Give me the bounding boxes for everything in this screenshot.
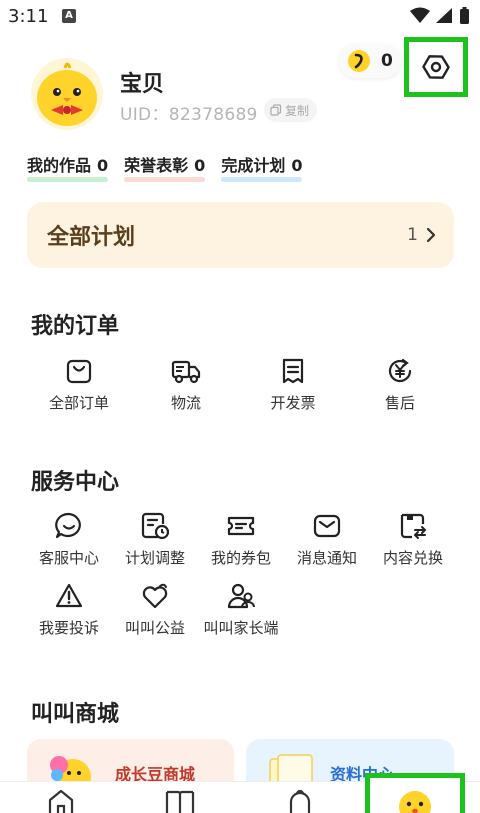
all-plans-card[interactable]: 全部计划 1 — [27, 202, 454, 268]
wifi-icon — [410, 7, 430, 23]
coupon-icon — [227, 516, 255, 536]
stat-underline — [221, 177, 303, 182]
battery-icon — [460, 9, 469, 24]
chat-bubble-icon — [55, 512, 81, 539]
delivery-truck-icon — [171, 360, 201, 384]
stat-label: 我的作品 — [27, 156, 92, 175]
service-item-label: 客服中心 — [38, 549, 99, 567]
book-icon — [165, 790, 195, 813]
profile-stats: 我的作品 0 荣誉表彰 0 完成计划 0 — [27, 152, 303, 182]
service-item-label: 叫叫家长端 — [203, 619, 279, 637]
nav-home[interactable] — [41, 788, 81, 813]
orders-item-logistics[interactable]: 物流 — [143, 355, 229, 413]
nav-me[interactable] — [365, 773, 465, 813]
username: 宝贝 — [120, 72, 165, 97]
stat-value: 0 — [291, 156, 303, 175]
orders-item-label: 售后 — [384, 394, 415, 412]
avatar[interactable] — [31, 58, 103, 130]
stat-completed-plans[interactable]: 完成计划 0 — [221, 152, 303, 182]
status-bar: 3:11 A — [0, 0, 480, 34]
system-status-icons — [410, 7, 469, 24]
nav-courses[interactable] — [160, 788, 200, 813]
signal-icon — [436, 8, 452, 23]
orders-item-all[interactable]: 全部订单 — [36, 355, 122, 413]
mall-section-title: 叫叫商城 — [31, 702, 120, 727]
stat-underline — [27, 177, 109, 182]
parents-icon — [227, 583, 255, 609]
plans-count: 1 — [407, 225, 418, 245]
service-item-label: 我的券包 — [210, 549, 271, 567]
notification-icon: A — [62, 9, 76, 23]
coin-balance[interactable]: 0 — [339, 44, 401, 78]
service-item-label: 消息通知 — [296, 549, 357, 567]
stat-label: 荣誉表彰 — [124, 156, 189, 175]
shopping-bag-icon — [66, 359, 92, 384]
stat-label: 完成计划 — [221, 156, 286, 175]
warning-icon — [55, 583, 83, 608]
user-id: UID：82378689 — [120, 105, 258, 125]
envelope-icon — [313, 514, 341, 538]
stat-value: 0 — [194, 156, 206, 175]
receipt-icon — [282, 358, 304, 384]
copy-icon — [270, 104, 282, 116]
bell-icon — [289, 789, 311, 813]
settings-hexagon-icon — [422, 55, 450, 79]
service-item-label: 计划调整 — [124, 549, 185, 567]
service-item-label: 我要投诉 — [38, 619, 99, 637]
heart-hands-icon — [142, 583, 168, 609]
stat-honors[interactable]: 荣誉表彰 0 — [124, 152, 206, 182]
me-face-icon — [399, 791, 431, 813]
orders-item-after-sales[interactable]: 售后 — [357, 355, 443, 413]
service-item-complaint[interactable]: 我要投诉 — [26, 580, 112, 638]
coin-icon — [348, 50, 370, 72]
service-item-notifications[interactable]: 消息通知 — [284, 510, 370, 568]
orders-item-label: 开发票 — [270, 394, 316, 412]
exchange-icon — [400, 513, 427, 539]
schedule-clock-icon — [141, 512, 170, 540]
copy-label: 复制 — [285, 103, 310, 118]
all-plans-title: 全部计划 — [47, 225, 136, 250]
coin-count: 0 — [381, 51, 393, 71]
service-item-label: 叫叫公益 — [124, 619, 185, 637]
yen-refresh-icon — [388, 358, 412, 383]
copy-uid-button[interactable]: 复制 — [264, 98, 318, 122]
settings-button[interactable] — [404, 37, 468, 97]
nav-messages[interactable] — [280, 788, 320, 813]
stat-underline — [124, 177, 206, 182]
chevron-right-icon — [426, 227, 436, 243]
chick-avatar-icon — [37, 62, 97, 126]
service-item-charity[interactable]: 叫叫公益 — [112, 580, 198, 638]
home-icon — [48, 789, 74, 813]
status-time: 3:11 — [8, 6, 49, 27]
orders-item-label: 全部订单 — [48, 394, 109, 412]
stat-value: 0 — [97, 156, 109, 175]
service-item-content-redeem[interactable]: 内容兑换 — [370, 510, 456, 568]
stat-my-works[interactable]: 我的作品 0 — [27, 152, 109, 182]
orders-section-title: 我的订单 — [31, 314, 120, 339]
service-item-coupons[interactable]: 我的券包 — [198, 510, 284, 568]
services-section-title: 服务中心 — [31, 470, 120, 495]
service-item-label: 内容兑换 — [382, 549, 443, 567]
orders-item-label: 物流 — [170, 394, 201, 412]
service-item-plan-adjust[interactable]: 计划调整 — [112, 510, 198, 568]
orders-item-invoice[interactable]: 开发票 — [250, 355, 336, 413]
service-item-customer-service[interactable]: 客服中心 — [26, 510, 112, 568]
service-item-parents[interactable]: 叫叫家长端 — [198, 580, 284, 638]
